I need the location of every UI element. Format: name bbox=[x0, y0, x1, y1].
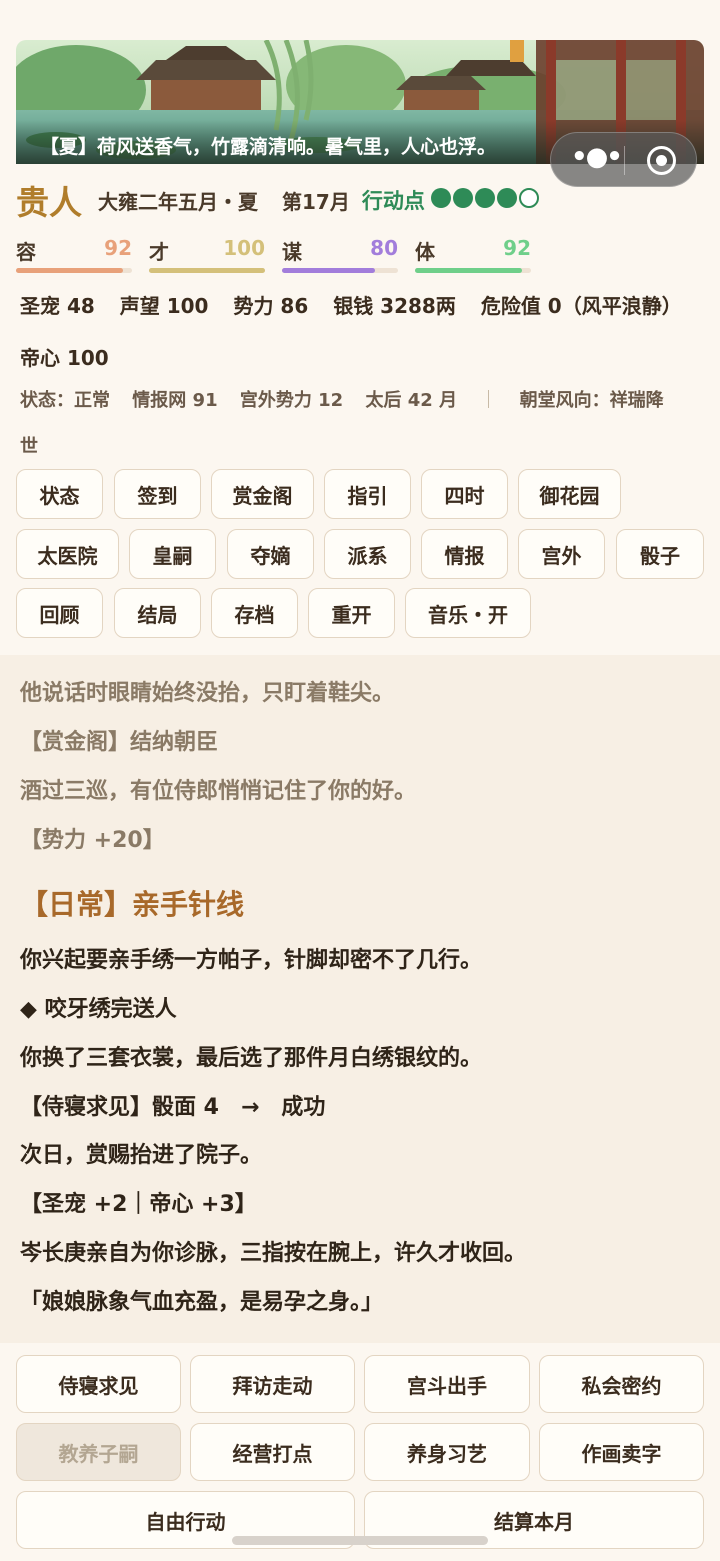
rank-title: 贵人 bbox=[16, 183, 82, 222]
nav-guide-button[interactable]: 指引 bbox=[324, 469, 411, 519]
court-trend-continued: 世 bbox=[20, 436, 38, 457]
silver-value: 银钱 3288两 bbox=[333, 294, 456, 318]
log-line: 【赏金阁】结纳朝臣 bbox=[20, 730, 219, 755]
more-dots-icon[interactable]: •●• bbox=[571, 144, 623, 173]
stat-label: 才 bbox=[149, 240, 169, 264]
stat-strategy: 谋 80 bbox=[282, 236, 398, 276]
status-divider: ｜ bbox=[479, 390, 498, 411]
log-line: 岑长庚亲自为你诊脉，三指按在腕上，许久才收回。 bbox=[20, 1241, 527, 1266]
stat-bar bbox=[149, 268, 265, 273]
action-point-filled-icon bbox=[430, 188, 451, 208]
outside-power-value: 宫外势力 12 bbox=[239, 390, 344, 411]
stat-value: 100 bbox=[223, 236, 265, 260]
action-point-filled-icon bbox=[452, 188, 473, 208]
action-train-button[interactable]: 养身习艺 bbox=[364, 1423, 530, 1481]
log-line: 【势力 +20】 bbox=[20, 828, 165, 853]
stat-label: 体 bbox=[415, 240, 435, 264]
nav-review-button[interactable]: 回顾 bbox=[16, 588, 103, 638]
nav-restart-button[interactable]: 重开 bbox=[308, 588, 395, 638]
emperor-heart-value: 帝心 100 bbox=[20, 346, 109, 370]
stat-bar bbox=[415, 268, 531, 273]
stat-value: 92 bbox=[503, 236, 531, 260]
action-paint-button[interactable]: 作画卖字 bbox=[539, 1423, 704, 1481]
action-manage-button[interactable]: 经营打点 bbox=[190, 1423, 355, 1481]
resource-line: 圣宠 48 声望 100 势力 86 银钱 3288两 危险值 0（风平浪静） bbox=[20, 290, 700, 319]
capsule-divider bbox=[624, 146, 625, 175]
nav-save-button[interactable]: 存档 bbox=[211, 588, 298, 638]
empress-dowager-value: 太后 42 月 bbox=[365, 390, 458, 411]
log-event-heading: 【日常】亲手针线 bbox=[20, 888, 245, 921]
miniprogram-capsule: •●• bbox=[550, 132, 697, 187]
log-line: 【侍寝求见】骰面 4 → 成功 bbox=[20, 1095, 326, 1120]
nav-dice-button[interactable]: 骰子 bbox=[616, 529, 704, 579]
action-points-label: 行动点 bbox=[361, 189, 425, 213]
action-point-filled-icon bbox=[474, 188, 495, 208]
intel-value: 情报网 91 bbox=[132, 390, 218, 411]
action-visit-button[interactable]: 拜访走动 bbox=[190, 1355, 355, 1413]
action-points-indicator bbox=[430, 188, 541, 212]
stat-label: 容 bbox=[16, 240, 36, 264]
stat-body: 体 92 bbox=[415, 236, 531, 276]
log-line: 【圣宠 +2｜帝心 +3】 bbox=[20, 1192, 257, 1217]
court-trend-value: 朝堂风向：祥瑞降 bbox=[519, 390, 664, 411]
nav-medical-button[interactable]: 太医院 bbox=[16, 529, 119, 579]
log-line: 他说话时眼睛始终没抬，只盯着鞋尖。 bbox=[20, 681, 395, 706]
nav-intel-button[interactable]: 情报 bbox=[421, 529, 508, 579]
power-value: 势力 86 bbox=[233, 294, 309, 318]
danger-value: 危险值 0（风平浪静） bbox=[480, 294, 682, 318]
target-circle-icon[interactable] bbox=[647, 146, 676, 175]
action-raise-heir-button[interactable]: 教养子嗣 bbox=[16, 1423, 181, 1481]
status-line: 状态：正常 情报网 91 宫外势力 12 太后 42 月 ｜ 朝堂风向：祥瑞降 bbox=[20, 386, 664, 412]
log-line: 酒过三巡，有位侍郎悄悄记住了你的好。 bbox=[20, 779, 417, 804]
status-value: 状态：正常 bbox=[20, 390, 110, 411]
stat-talent: 才 100 bbox=[149, 236, 265, 276]
nav-status-button[interactable]: 状态 bbox=[16, 469, 103, 519]
stat-bar bbox=[282, 268, 398, 273]
action-scheme-button[interactable]: 宫斗出手 bbox=[364, 1355, 530, 1413]
stat-appearance: 容 92 bbox=[16, 236, 132, 276]
reputation-value: 声望 100 bbox=[119, 294, 209, 318]
log-line: 你兴起要亲手绣一方帕子，针脚却密不了几行。 bbox=[20, 948, 483, 973]
status-header: 贵人 大雍二年五月・夏 第17月 行动点 bbox=[16, 178, 541, 222]
favor-value: 圣宠 48 bbox=[20, 294, 95, 318]
nav-outside-button[interactable]: 宫外 bbox=[518, 529, 605, 579]
stat-bar bbox=[16, 268, 132, 273]
nav-seasons-button[interactable]: 四时 bbox=[421, 469, 508, 519]
nav-music-toggle[interactable]: 音乐・开 bbox=[405, 588, 531, 638]
action-point-filled-icon bbox=[496, 188, 517, 208]
action-tryst-button[interactable]: 私会密约 bbox=[539, 1355, 704, 1413]
stat-value: 92 bbox=[104, 236, 132, 260]
action-attend-button[interactable]: 侍寝求见 bbox=[16, 1355, 181, 1413]
game-date: 大雍二年五月・夏 bbox=[98, 189, 258, 214]
stat-value: 80 bbox=[370, 236, 398, 260]
nav-succession-button[interactable]: 夺嫡 bbox=[227, 529, 314, 579]
nav-garden-button[interactable]: 御花园 bbox=[518, 469, 621, 519]
log-line: 你换了三套衣裳，最后选了那件月白绣银纹的。 bbox=[20, 1046, 483, 1071]
nav-checkin-button[interactable]: 签到 bbox=[114, 469, 201, 519]
log-line: 「娘娘脉象气血充盈，是易孕之身。」 bbox=[20, 1290, 384, 1315]
log-choice: ◆ 咬牙绣完送人 bbox=[20, 997, 177, 1022]
month-counter: 第17月 bbox=[282, 189, 350, 214]
nav-endings-button[interactable]: 结局 bbox=[114, 588, 201, 638]
nav-bounty-button[interactable]: 赏金阁 bbox=[211, 469, 314, 519]
home-indicator[interactable] bbox=[232, 1536, 488, 1545]
nav-heirs-button[interactable]: 皇嗣 bbox=[129, 529, 216, 579]
log-line: 次日，赏赐抬进了院子。 bbox=[20, 1143, 263, 1168]
stat-label: 谋 bbox=[282, 240, 302, 264]
story-log: 他说话时眼睛始终没抬，只盯着鞋尖。 【赏金阁】结纳朝臣 酒过三巡，有位侍郎悄悄记… bbox=[0, 655, 720, 1343]
nav-factions-button[interactable]: 派系 bbox=[324, 529, 411, 579]
action-point-empty-icon bbox=[518, 188, 539, 208]
